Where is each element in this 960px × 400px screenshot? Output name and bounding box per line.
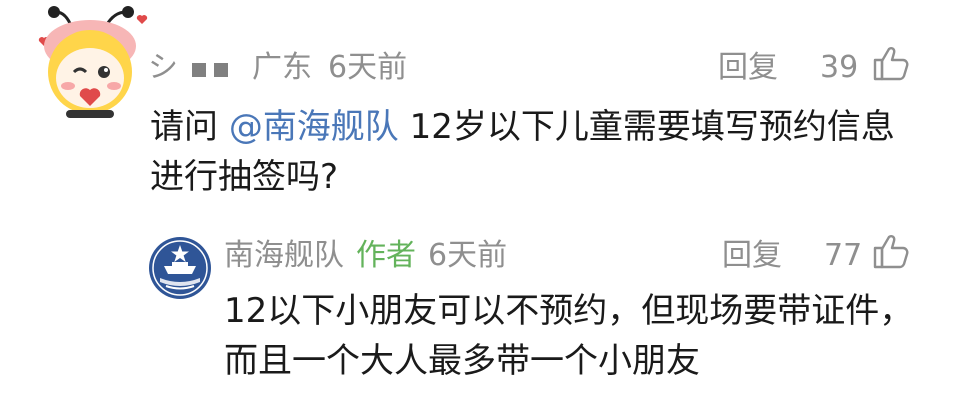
author-badge: 作者: [356, 238, 416, 273]
like-button[interactable]: [872, 232, 910, 270]
comment-meta: シ广东 6天前: [148, 50, 407, 86]
like-count: 39: [820, 50, 859, 85]
comment-text: 请问 @南海舰队 12岁以下儿童需要填写预约信息进行抽签吗?: [150, 102, 920, 202]
navy-emblem-icon: [149, 237, 211, 299]
reply-button[interactable]: 回复: [722, 238, 782, 274]
thumbs-up-icon: [873, 235, 909, 269]
timestamp: 6天前: [328, 50, 408, 85]
comment-text-prefix: 请问: [150, 107, 229, 147]
avatar[interactable]: [148, 236, 212, 300]
mention-link[interactable]: @南海舰队: [229, 107, 399, 147]
reply-text: 12以下小朋友可以不预约，但现场要带证件，而且一个大人最多带一个小朋友: [224, 291, 914, 381]
like-count: 77: [824, 238, 863, 273]
comment-meta: 南海舰队 作者 6天前: [224, 238, 507, 274]
username-redacted[interactable]: シ: [148, 50, 238, 85]
reply-button[interactable]: 回复: [718, 50, 778, 86]
username[interactable]: 南海舰队: [224, 238, 344, 273]
location-label: 广东: [252, 50, 312, 85]
timestamp: 6天前: [428, 238, 508, 273]
avatar[interactable]: [30, 6, 148, 124]
bee-avatar-icon: [38, 6, 148, 118]
thumbs-up-icon: [873, 47, 909, 81]
like-button[interactable]: [872, 44, 910, 82]
